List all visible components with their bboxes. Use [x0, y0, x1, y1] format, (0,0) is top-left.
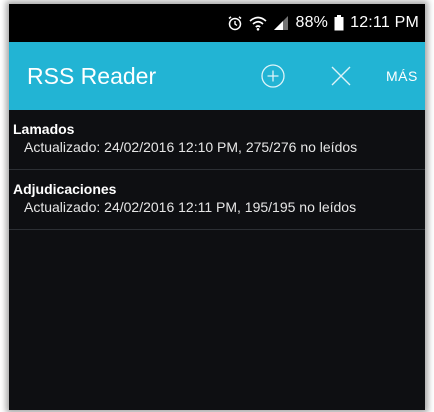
feed-list: Lamados Actualizado: 24/02/2016 12:10 PM… [9, 110, 425, 230]
wifi-icon [249, 15, 267, 31]
more-menu-button[interactable]: MÁS [386, 67, 418, 85]
battery-percent: 88% [295, 14, 329, 31]
remove-feed-button[interactable] [325, 60, 357, 92]
app-title: RSS Reader [27, 63, 157, 89]
feed-title: Adjudicaciones [13, 181, 117, 197]
alarm-icon [227, 15, 243, 31]
list-item[interactable]: Lamados Actualizado: 24/02/2016 12:10 PM… [9, 110, 425, 170]
battery-icon [334, 15, 344, 31]
status-bar: 88% 12:11 PM [9, 4, 425, 42]
status-time: 12:11 PM [350, 14, 419, 31]
signal-icon [273, 15, 289, 31]
feed-title: Lamados [13, 121, 75, 137]
feed-subtitle: Actualizado: 24/02/2016 12:10 PM, 275/27… [24, 139, 358, 155]
close-icon [331, 66, 351, 86]
app-bar: RSS Reader MÁS [9, 42, 425, 110]
add-circle-icon [261, 64, 285, 88]
feed-subtitle: Actualizado: 24/02/2016 12:11 PM, 195/19… [24, 199, 357, 215]
phone-screen: 88% 12:11 PM RSS Reader MÁS Lamados Actu… [9, 4, 425, 410]
list-item[interactable]: Adjudicaciones Actualizado: 24/02/2016 1… [9, 170, 425, 230]
add-feed-button[interactable] [257, 60, 289, 92]
